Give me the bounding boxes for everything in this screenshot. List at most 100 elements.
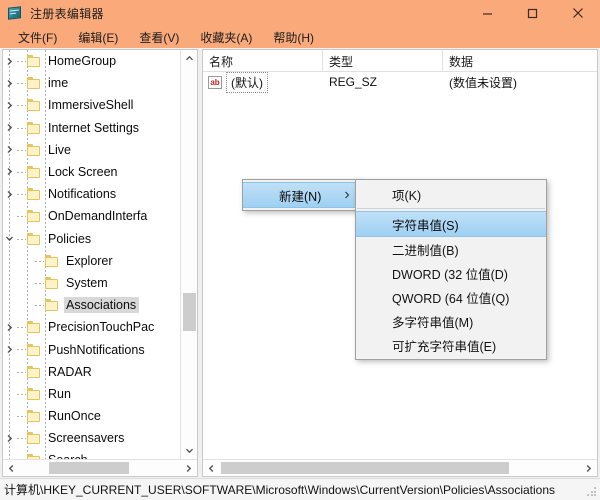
context-menu-item-label: 新建(N)	[279, 186, 321, 205]
context-submenu-item-label: 项(K)	[392, 185, 421, 204]
context-submenu-item-label: 字符串值(S)	[392, 215, 459, 234]
list-hscroll-thumb[interactable]	[221, 462, 509, 474]
registry-editor-window: 注册表编辑器 文件(F) 编辑(E) 查看(V) 收藏夹(A) 帮助(H) Ho…	[0, 0, 600, 500]
registry-tree-pane: HomeGroup ime ImmersiveShell Internet Setti…	[2, 49, 198, 477]
status-bar: 计算机\HKEY_CURRENT_USER\SOFTWARE\Microsoft…	[0, 478, 600, 500]
list-scroll-right-icon[interactable]	[580, 460, 597, 476]
tree-item[interactable]: ime	[3, 72, 181, 94]
menu-separator	[357, 208, 545, 209]
editor-body: HomeGroup ime ImmersiveShell Internet Setti…	[0, 48, 600, 478]
menu-edit[interactable]: 编辑(E)	[68, 27, 129, 48]
close-button[interactable]	[555, 0, 600, 26]
context-submenu-item-label: QWORD (64 位值(Q)	[392, 288, 509, 307]
tree-item-label: Policies	[46, 231, 94, 247]
tree-item[interactable]: Internet Settings	[3, 117, 181, 139]
tree-item[interactable]: RADAR	[3, 361, 181, 383]
context-menu: 新建(N)	[242, 179, 360, 211]
chevron-right-icon[interactable]	[3, 432, 15, 444]
menu-favorites[interactable]: 收藏夹(A)	[190, 27, 263, 48]
tree-item[interactable]: System	[3, 272, 181, 294]
context-submenu-item[interactable]: 项(K)	[356, 182, 546, 206]
tree-item[interactable]: Lock Screen	[3, 161, 181, 183]
registry-tree[interactable]: HomeGroup ime ImmersiveShell Internet Setti…	[3, 50, 181, 459]
tree-item[interactable]: Screensavers	[3, 427, 181, 449]
chevron-right-icon[interactable]	[3, 321, 15, 333]
folder-icon	[27, 210, 41, 222]
folder-icon	[27, 366, 41, 378]
folder-icon	[27, 144, 41, 156]
tree-item-label: HomeGroup	[46, 53, 119, 69]
chevron-right-icon[interactable]	[3, 77, 15, 89]
menu-file[interactable]: 文件(F)	[8, 27, 68, 48]
tree-hscroll-thumb[interactable]	[49, 462, 129, 474]
minimize-button[interactable]	[465, 0, 510, 26]
folder-icon	[45, 277, 59, 289]
registry-editor-icon	[7, 5, 23, 21]
context-submenu-item-label: 二进制值(B)	[392, 240, 459, 259]
value-name: (默认)	[226, 72, 268, 93]
chevron-right-icon[interactable]	[3, 144, 15, 156]
tree-item[interactable]: Notifications	[3, 183, 181, 205]
chevron-down-icon[interactable]	[3, 233, 15, 245]
context-submenu-item[interactable]: 多字符串值(M)	[356, 309, 546, 333]
tree-item[interactable]: Search	[3, 449, 181, 459]
resize-grip-icon[interactable]	[587, 487, 597, 497]
tree-item-label: RunOnce	[46, 408, 104, 424]
tree-item[interactable]: Run	[3, 383, 181, 405]
context-menu-item-new[interactable]: 新建(N)	[243, 182, 359, 208]
value-type: REG_SZ	[323, 75, 443, 89]
chevron-right-icon[interactable]	[3, 343, 15, 355]
list-horizontal-scrollbar[interactable]	[203, 459, 597, 476]
maximize-button[interactable]	[510, 0, 555, 26]
tree-item-label: PrecisionTouchPac	[46, 319, 157, 335]
tree-item-label: Screensavers	[46, 430, 127, 446]
tree-item[interactable]: Explorer	[3, 250, 181, 272]
folder-icon	[27, 188, 41, 200]
table-row[interactable]: ab (默认) REG_SZ (数值未设置)	[203, 71, 597, 93]
chevron-right-icon[interactable]	[3, 122, 15, 134]
context-submenu-item[interactable]: QWORD (64 位值(Q)	[356, 285, 546, 309]
tree-scroll-thumb[interactable]	[183, 293, 196, 331]
tree-horizontal-scrollbar[interactable]	[3, 459, 197, 476]
tree-item[interactable]: Live	[3, 139, 181, 161]
tree-item-label: Run	[46, 386, 74, 402]
tree-item-label: ImmersiveShell	[46, 97, 136, 113]
title-bar: 注册表编辑器	[0, 0, 600, 26]
tree-item-label: Associations	[64, 297, 139, 313]
context-submenu-item[interactable]: 字符串值(S)	[356, 211, 546, 237]
folder-icon	[27, 77, 41, 89]
chevron-right-icon[interactable]	[3, 99, 15, 111]
registry-path: 计算机\HKEY_CURRENT_USER\SOFTWARE\Microsoft…	[0, 481, 555, 498]
folder-icon	[45, 299, 59, 311]
context-submenu-item-label: DWORD (32 位值(D)	[392, 264, 508, 283]
column-header-data[interactable]: 数据	[443, 50, 597, 71]
scroll-right-icon[interactable]	[180, 460, 197, 476]
context-submenu-item[interactable]: 可扩充字符串值(E)	[356, 333, 546, 357]
tree-item[interactable]: OnDemandInterfa	[3, 205, 181, 227]
menu-help[interactable]: 帮助(H)	[263, 27, 325, 48]
scroll-down-icon[interactable]	[181, 442, 198, 459]
chevron-right-icon[interactable]	[3, 55, 15, 67]
tree-item-label: RADAR	[46, 364, 95, 380]
context-submenu-item[interactable]: 二进制值(B)	[356, 237, 546, 261]
context-submenu-item[interactable]: DWORD (32 位值(D)	[356, 261, 546, 285]
chevron-right-icon[interactable]	[3, 188, 15, 200]
folder-icon	[45, 255, 59, 267]
column-header-name[interactable]: 名称	[203, 50, 323, 71]
tree-item[interactable]: Policies	[3, 228, 181, 250]
tree-item[interactable]: PushNotifications	[3, 338, 181, 360]
scroll-up-icon[interactable]	[181, 50, 198, 67]
tree-vertical-scrollbar[interactable]	[180, 50, 197, 459]
column-header-type[interactable]: 类型	[323, 50, 443, 71]
string-value-icon: ab	[208, 76, 222, 89]
chevron-right-icon[interactable]	[3, 166, 15, 178]
tree-item[interactable]: PrecisionTouchPac	[3, 316, 181, 338]
tree-item[interactable]: RunOnce	[3, 405, 181, 427]
tree-item[interactable]: ImmersiveShell	[3, 94, 181, 116]
scroll-left-icon[interactable]	[3, 460, 20, 476]
menu-view[interactable]: 查看(V)	[129, 27, 190, 48]
tree-item[interactable]: HomeGroup	[3, 50, 181, 72]
tree-item-label: Explorer	[64, 253, 116, 269]
tree-item-selected[interactable]: Associations	[3, 294, 181, 316]
list-scroll-left-icon[interactable]	[203, 460, 220, 476]
